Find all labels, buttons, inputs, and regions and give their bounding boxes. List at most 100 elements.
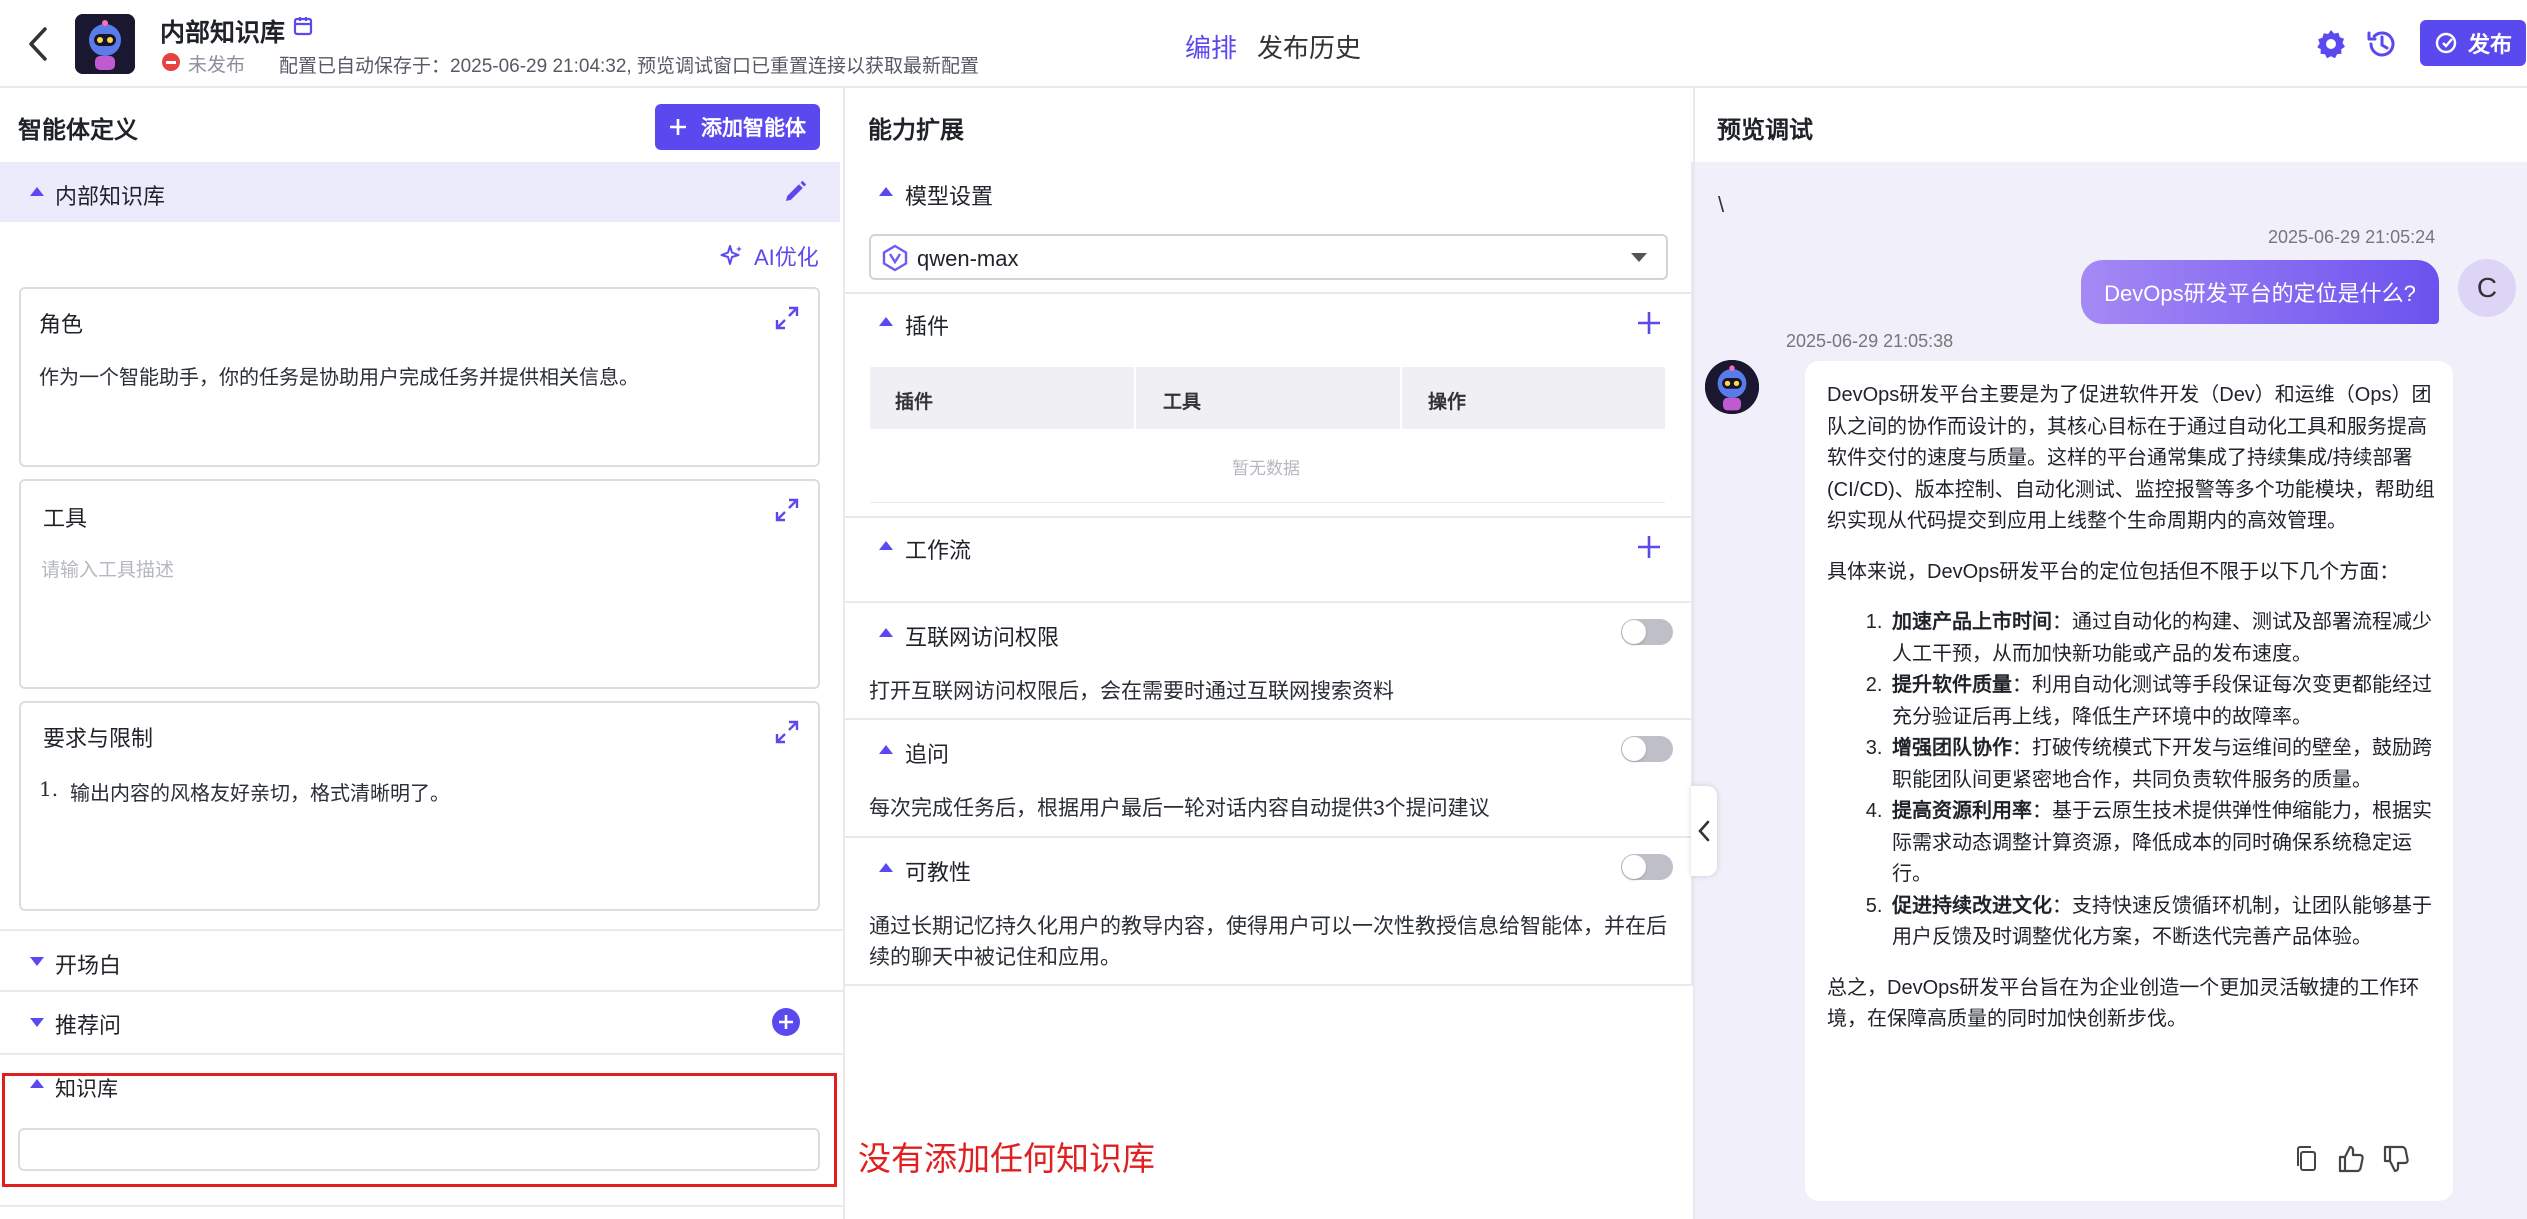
answer-item-bold: 提高资源利用率 [1892, 800, 2032, 822]
caret-up-icon [879, 863, 893, 872]
calendar-edit-icon[interactable] [292, 14, 316, 38]
internet-access-title[interactable]: 互联网访问权限 [905, 620, 1059, 652]
expand-icon[interactable] [774, 497, 800, 523]
answer-list-item: 提高资源利用率：基于云原生技术提供弹性伸缩能力，根据实际需求动态调整计算资源，降… [1888, 796, 2437, 891]
suggested-questions-section[interactable]: 推荐问 [0, 991, 843, 1053]
divider [0, 1205, 843, 1207]
answer-list-item: 增强团队协作：打破传统模式下开发与运维间的壁垒，鼓励跨职能团队间更紧密地合作，共… [1888, 733, 2437, 796]
bot-message-time: 2025-06-29 21:05:38 [1786, 331, 1954, 351]
bot-answer-text: DevOps研发平台主要是为了促进软件开发（Dev）和运维（Ops）团队之间的协… [1827, 380, 2437, 1055]
teachable-title[interactable]: 可教性 [905, 855, 971, 887]
caret-up-icon [879, 187, 893, 196]
thumbs-down-icon[interactable] [2381, 1144, 2411, 1174]
column-header-plugin: 插件 [895, 392, 934, 413]
model-select[interactable]: qwen-max [869, 234, 1668, 280]
back-arrow-icon[interactable] [18, 22, 58, 66]
divider [845, 292, 1693, 294]
publish-status: 未发布 [188, 55, 246, 76]
tools-card[interactable]: 工具 请输入工具描述 [19, 479, 820, 689]
answer-item-bold: 促进持续改进文化 [1892, 894, 2052, 917]
collapse-left-icon[interactable] [1691, 786, 1717, 876]
add-suggested-icon[interactable] [771, 1007, 801, 1037]
annotation-no-knowledge: 没有添加任何知识库 [858, 1140, 1155, 1177]
agent-section-title: 内部知识库 [55, 184, 166, 209]
model-settings-title[interactable]: 模型设置 [905, 179, 993, 211]
divider [845, 601, 1693, 603]
caret-up-icon [30, 187, 44, 196]
role-title: 角色 [39, 312, 84, 337]
knowledge-base-field[interactable] [18, 1128, 820, 1171]
tab-publish-history[interactable]: 发布历史 [1257, 28, 1361, 65]
knowledge-label[interactable]: 知识库 [55, 1073, 118, 1103]
divider [0, 1053, 843, 1055]
column-separator [1400, 367, 1402, 429]
expand-icon[interactable] [774, 719, 800, 745]
workflow-title[interactable]: 工作流 [905, 533, 971, 565]
suggested-label: 推荐问 [55, 1013, 122, 1038]
caret-up-icon [879, 541, 893, 550]
followup-desc: 每次完成任务后，根据用户最后一轮对话内容自动提供3个提问建议 [869, 797, 1490, 820]
ai-optimize-label: AI优化 [754, 245, 819, 270]
divider [845, 718, 1693, 720]
gear-icon[interactable] [2311, 24, 2351, 64]
role-content[interactable]: 作为一个智能助手，你的任务是协助用户完成任务并提供相关信息。 [39, 361, 639, 390]
publish-button[interactable]: 发布 [2420, 20, 2526, 66]
qwen-logo-icon [881, 244, 909, 272]
model-selected-value: qwen-max [917, 246, 1019, 271]
opening-label: 开场白 [55, 953, 122, 978]
column-header-tool: 工具 [1163, 392, 1202, 413]
answer-intro: DevOps研发平台主要是为了促进软件开发（Dev）和运维（Ops）团队之间的协… [1827, 384, 2435, 532]
thumbs-up-icon[interactable] [2336, 1144, 2366, 1174]
add-plugin-icon[interactable] [1636, 310, 1662, 336]
plugin-table-header: 插件 工具 操作 [870, 367, 1665, 429]
answer-list-item: 促进持续改进文化：支持快速反馈循环机制，让团队能够基于用户反馈及时调整优化方案，… [1888, 891, 2437, 954]
answer-list-item: 加速产品上市时间：通过自动化的构建、测试及部署流程减少人工干预，从而加快新功能或… [1888, 607, 2437, 670]
constraints-item-text[interactable]: 输出内容的风格友好亲切，格式清晰明了。 [70, 777, 450, 806]
tools-placeholder[interactable]: 请输入工具描述 [41, 555, 174, 582]
role-card[interactable]: 角色 作为一个智能助手，你的任务是协助用户完成任务并提供相关信息。 [19, 287, 820, 467]
answer-item-bold: 加速产品上市时间 [1892, 611, 2052, 633]
autosave-notice: 配置已自动保存于：2025-06-29 21:04:32, 预览调试窗口已重置连… [279, 56, 979, 77]
chevron-down-icon [1631, 253, 1647, 262]
caret-down-icon [30, 1018, 44, 1027]
teachable-toggle[interactable] [1621, 854, 1673, 880]
answer-list-item: 提升软件质量：利用自动化测试等手段保证每次变更都能经过充分验证后再上线，降低生产… [1888, 670, 2437, 733]
caret-up-icon [30, 1079, 44, 1088]
copy-icon[interactable] [2292, 1144, 2322, 1174]
caret-up-icon [879, 745, 893, 754]
top-bar: 内部知识库 未发布 配置已自动保存于：2025-06-29 21:04:32, … [0, 0, 2527, 88]
teachable-desc: 通过长期记忆持久化用户的教导内容，使得用户可以一次性教授信息给智能体，并在后续的… [869, 915, 1667, 969]
followup-title[interactable]: 追问 [905, 737, 949, 769]
opening-section[interactable]: 开场白 [0, 930, 843, 990]
caret-up-icon [879, 628, 893, 637]
plus-icon [669, 118, 687, 136]
preview-heading: 预览调试 [1717, 117, 1813, 144]
constraints-card[interactable]: 要求与限制 1. 输出内容的风格友好亲切，格式清晰明了。 [19, 701, 820, 911]
history-icon[interactable] [2362, 24, 2402, 64]
answer-summary: 总之，DevOps研发平台旨在为企业创造一个更加灵活敏捷的工作环境，在保障高质量… [1827, 976, 2420, 1031]
stray-char: \ [1718, 192, 1725, 217]
divider [845, 516, 1693, 518]
expand-icon[interactable] [774, 305, 800, 331]
add-agent-label: 添加智能体 [701, 117, 806, 140]
bot-avatar [1705, 360, 1759, 414]
agent-section-header[interactable]: 内部知识库 [0, 162, 840, 222]
unpublished-status-icon [162, 53, 180, 71]
answer-lead: 具体来说，DevOps研发平台的定位包括但不限于以下几个方面： [1827, 560, 2400, 583]
user-avatar: C [2458, 259, 2516, 317]
followup-toggle[interactable] [1621, 736, 1673, 762]
plugins-title[interactable]: 插件 [905, 309, 949, 341]
capabilities-heading: 能力扩展 [868, 117, 964, 144]
constraints-item-number: 1. [39, 777, 59, 801]
add-agent-button[interactable]: 添加智能体 [655, 104, 820, 150]
divider [845, 836, 1693, 838]
answer-item-bold: 提升软件质量 [1892, 674, 2012, 696]
edit-pencil-icon[interactable] [782, 179, 808, 205]
add-workflow-icon[interactable] [1636, 534, 1662, 560]
ai-optimize-button[interactable]: AI优化 [720, 240, 819, 272]
tab-arrange[interactable]: 编排 [1185, 28, 1237, 65]
sparkle-icon [720, 244, 744, 268]
internet-access-toggle[interactable] [1621, 619, 1673, 645]
robot-avatar [75, 14, 135, 74]
app-title: 内部知识库 [160, 19, 286, 47]
